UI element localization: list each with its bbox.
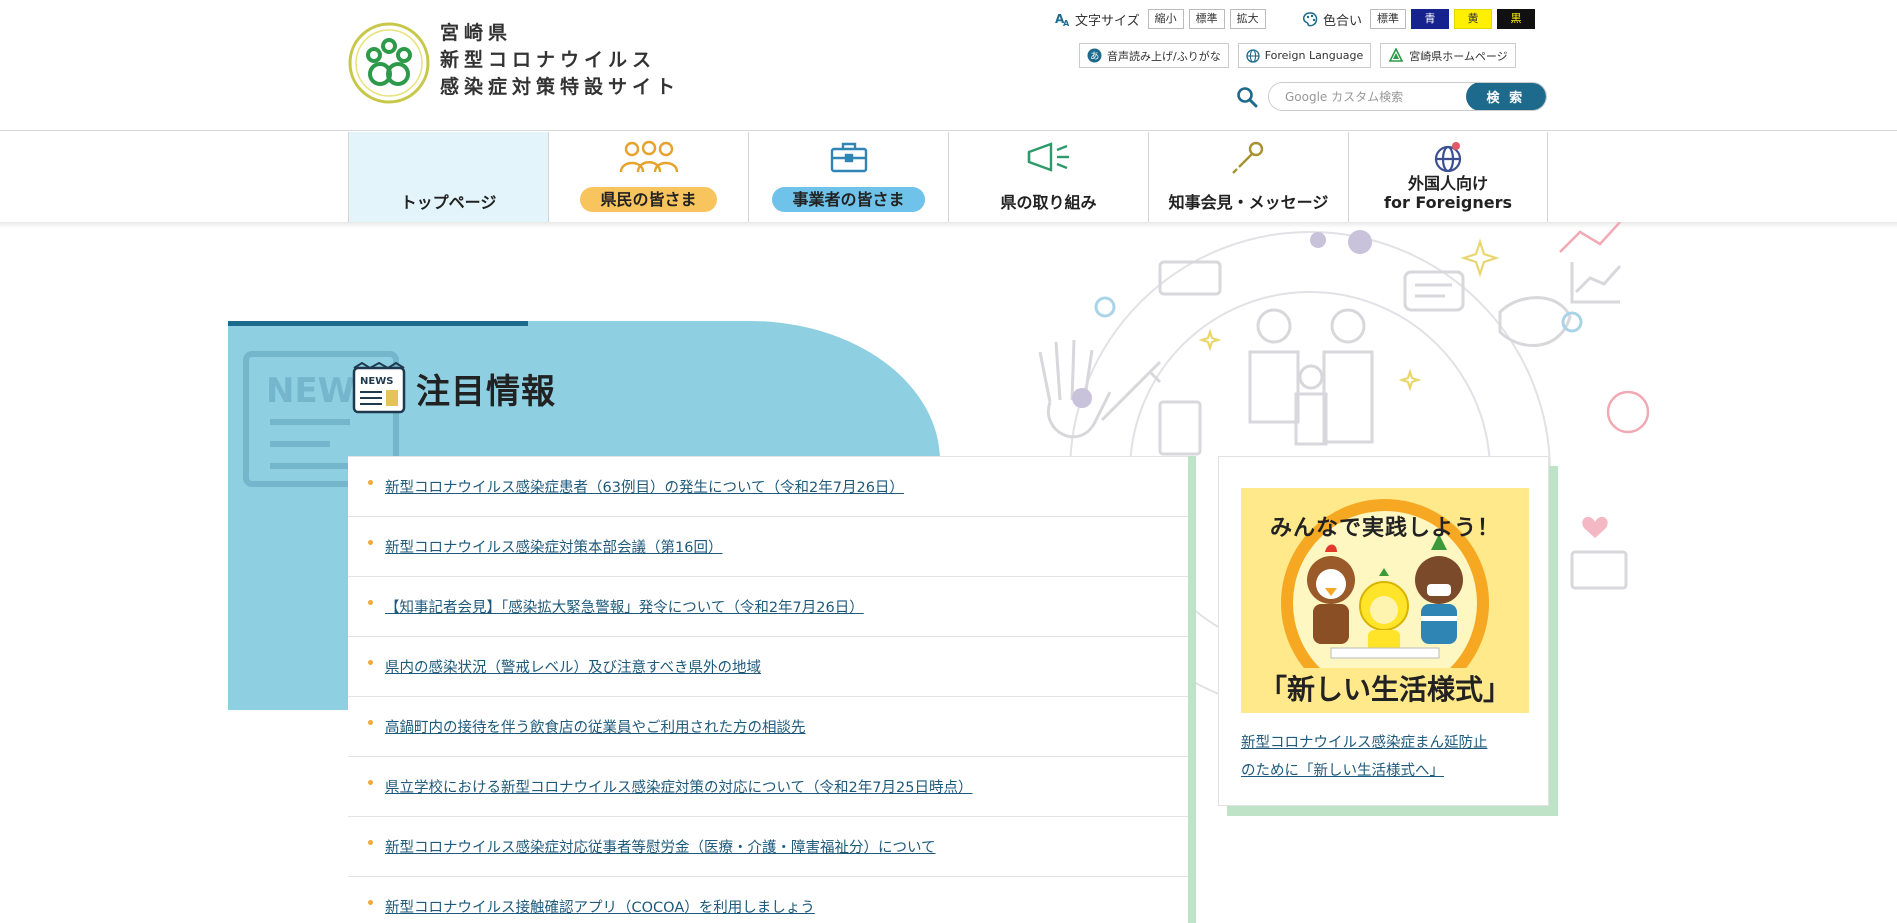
megaphone-icon [1027,142,1069,172]
site-title-line-1: 宮崎県 [440,22,513,44]
nav-top-page-label: トップページ [400,193,497,212]
svg-text:A: A [1063,19,1070,27]
bullet [368,780,373,785]
font-size-controls: A A 文字サイズ 縮小 標準 拡大 [1055,9,1271,29]
news-link[interactable]: 新型コロナウイルス感染症対応従事者等慰労金（医療・介護・障害福祉分）について [385,836,936,857]
nav-foreigners-label: 外国人向け for Foreigners [1384,174,1512,212]
section-title: 注目情報 [416,371,556,412]
news-icon: NEWS [352,362,406,414]
font-size-label: A A 文字サイズ [1055,10,1140,29]
site-header: 宮崎県 新型コロナウイルス 感染症対策特設サイト A A 文字サイズ 縮小 標準… [0,0,1897,131]
list-item: 新型コロナウイルス感染症対応従事者等慰労金（医療・介護・障害福祉分）について [348,817,1188,877]
people-group-icon [619,140,678,173]
color-label: 色合い [1302,10,1362,29]
prefecture-home-link[interactable]: 宮崎県ホームページ [1380,43,1516,68]
section-heading: NEWS 注目情報 [352,362,556,414]
news-link[interactable]: 新型コロナウイルス接触確認アプリ（COCOA）を利用しましょう [385,896,815,917]
microphone-icon [1231,141,1263,174]
new-lifestyle-link[interactable]: 新型コロナウイルス感染症まん延防止 のために「新しい生活様式へ」 [1241,729,1531,785]
banner-heading: みんなで実践しよう！ [1269,516,1500,541]
news-link[interactable]: 高鍋町内の接待を伴う飲食店の従業員やご利用された方の相談先 [385,716,806,737]
global-nav: トップページ 県民の皆さま 事業者の皆さま 県の取り組み 知事会見・メッセージ … [348,132,1548,222]
news-link[interactable]: 新型コロナウイルス感染症患者（63例目）の発生について（令和2年7月26日） [385,476,904,497]
banner-caption: 「新しい生活様式」 [1241,668,1529,708]
nav-foreigners-label-ja: 外国人向け [1407,174,1488,193]
foreign-language-link[interactable]: Foreign Language [1237,43,1372,68]
globe-pin-icon [1434,142,1462,173]
news-panel-accent [1188,456,1196,923]
palette-icon [1303,12,1318,27]
nav-governor-messages[interactable]: 知事会見・メッセージ [1148,132,1348,222]
hero-band-lower [228,455,348,710]
news-link[interactable]: 【知事記者会見】「感染拡大緊急警報」発令について（令和2年7月26日） [385,596,864,617]
color-yellow-button[interactable]: 黄 [1454,9,1493,29]
news-list: 新型コロナウイルス感染症患者（63例目）の発生について（令和2年7月26日） 新… [348,456,1188,923]
font-size-standard-button[interactable]: 標準 [1188,9,1225,29]
nav-businesses[interactable]: 事業者の皆さま [748,132,948,222]
color-label-text: 色合い [1323,13,1363,29]
news-link[interactable]: 県立学校における新型コロナウイルス感染症対策の対応について（令和2年7月25日時… [385,776,972,797]
news-icon-text: NEWS [360,376,393,387]
briefcase-icon [830,142,867,173]
font-size-icon: A A [1055,12,1070,27]
prefecture-emblem-icon [1388,48,1404,62]
site-logo[interactable] [348,22,430,104]
new-lifestyle-link-line-1: 新型コロナウイルス感染症まん延防止 [1241,735,1488,751]
site-title-line-2: 新型コロナウイルス [440,49,657,71]
prefecture-home-label: 宮崎県ホームページ [1409,49,1508,63]
nav-residents-label: 県民の皆さま [580,187,717,212]
search-input[interactable] [1269,83,1466,110]
side-card: みんなで実践しよう！ 「新しい生活様式」 新型コロナウイルス感染症まん延防止 の… [1218,456,1549,806]
list-item: 県内の感染状況（警戒レベル）及び注意すべき県外の地域 [348,637,1188,697]
search-box: 検 索 [1268,82,1547,111]
search-icon [1237,86,1258,107]
hero-band-top-line [228,321,528,326]
nav-residents[interactable]: 県民の皆さま [548,132,748,222]
reading-icon: あ [1087,48,1102,63]
bullet [368,540,373,545]
search-area: 検 索 [1236,82,1547,111]
list-item: 【知事記者会見】「感染拡大緊急警報」発令について（令和2年7月26日） [348,577,1188,637]
list-item: 新型コロナウイルス感染症対策本部会議（第16回） [348,517,1188,577]
list-item: 新型コロナウイルス接触確認アプリ（COCOA）を利用しましょう [348,877,1188,923]
nav-top-page[interactable]: トップページ [348,132,548,222]
nav-foreigners[interactable]: 外国人向け for Foreigners [1348,132,1548,222]
news-link[interactable]: 新型コロナウイルス感染症対策本部会議（第16回） [385,536,722,557]
reading-support-label: 音声読み上げ/ふりがな [1107,49,1221,63]
color-black-button[interactable]: 黒 [1497,9,1536,29]
bullet [368,720,373,725]
utility-links: あ 音声読み上げ/ふりがな Foreign Language 宮崎県ホームページ [1079,43,1525,68]
color-blue-button[interactable]: 青 [1411,9,1450,29]
color-controls: 色合い 標準 青 黄 黒 [1302,9,1540,29]
font-size-small-button[interactable]: 縮小 [1147,9,1184,29]
font-size-label-text: 文字サイズ [1075,13,1140,29]
site-title[interactable]: 宮崎県 新型コロナウイルス 感染症対策特設サイト [440,20,680,101]
foreign-language-label: Foreign Language [1264,49,1364,62]
svg-text:NEW: NEW [266,371,355,411]
reading-support-link[interactable]: あ 音声読み上げ/ふりがな [1079,43,1229,68]
globe-icon [1246,48,1260,63]
bullet [368,660,373,665]
list-item: 高鍋町内の接待を伴う飲食店の従業員やご利用された方の相談先 [348,697,1188,757]
news-link[interactable]: 県内の感染状況（警戒レベル）及び注意すべき県外の地域 [385,656,761,677]
nav-governor-messages-label: 知事会見・メッセージ [1168,193,1329,212]
new-lifestyle-banner[interactable]: みんなで実践しよう！ 「新しい生活様式」 [1241,488,1529,713]
search-button[interactable]: 検 索 [1465,83,1546,110]
bullet [368,600,373,605]
nav-prefecture-efforts-label: 県の取り組み [1000,193,1097,212]
font-size-large-button[interactable]: 拡大 [1229,9,1266,29]
nav-prefecture-efforts[interactable]: 県の取り組み [948,132,1148,222]
bullet [368,840,373,845]
bullet [368,480,373,485]
list-item: 新型コロナウイルス感染症患者（63例目）の発生について（令和2年7月26日） [348,457,1188,517]
list-item: 県立学校における新型コロナウイルス感染症対策の対応について（令和2年7月25日時… [348,757,1188,817]
nav-foreigners-label-en: for Foreigners [1383,193,1513,212]
color-standard-button[interactable]: 標準 [1370,9,1407,29]
bullet [368,900,373,905]
site-title-line-3: 感染症対策特設サイト [440,76,681,98]
nav-businesses-label: 事業者の皆さま [772,187,925,212]
new-lifestyle-link-line-2: のために「新しい生活様式へ」 [1241,763,1444,779]
svg-text:あ: あ [1090,51,1099,62]
